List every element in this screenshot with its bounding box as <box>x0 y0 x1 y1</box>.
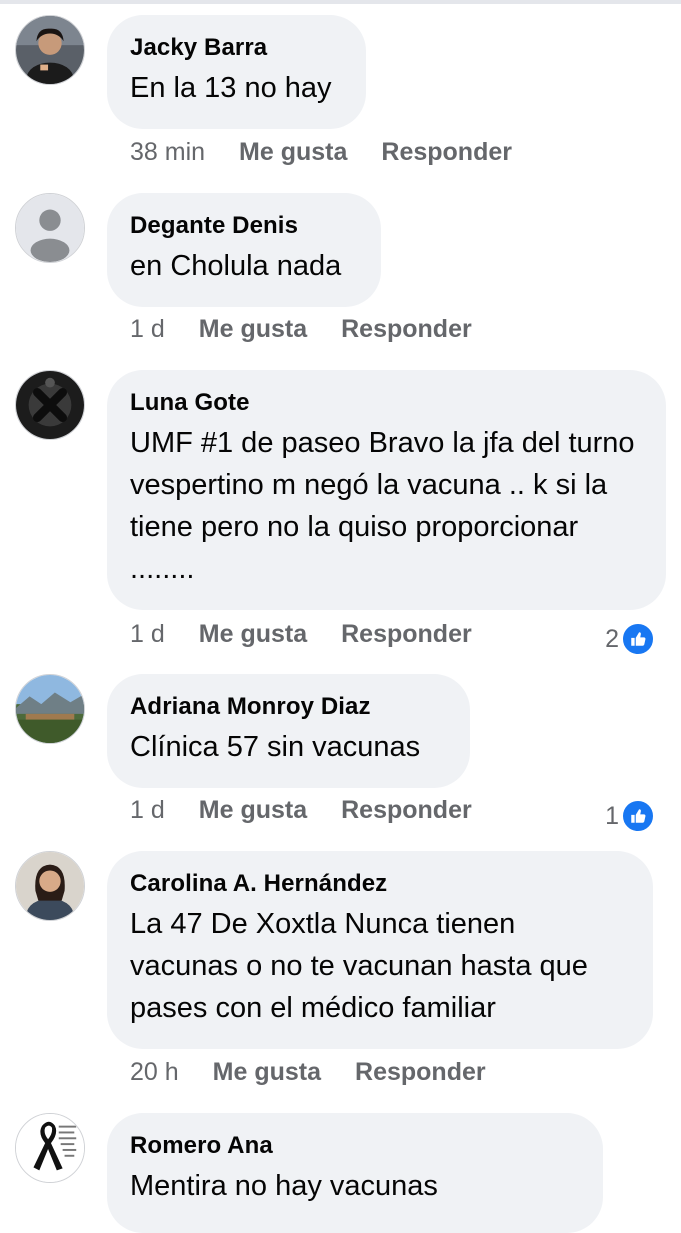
avatar[interactable] <box>15 1113 85 1183</box>
comment-author[interactable]: Jacky Barra <box>130 33 342 63</box>
comment-actions: 1 d Me gusta Responder <box>130 617 472 651</box>
reaction-summary[interactable]: 2 <box>605 622 655 656</box>
comment-author[interactable]: Carolina A. Hernández <box>130 869 629 899</box>
comment-timestamp[interactable]: 1 d <box>130 617 165 651</box>
reaction-count: 2 <box>605 624 619 653</box>
avatar[interactable] <box>15 193 85 263</box>
comment-author[interactable]: Degante Denis <box>130 211 357 241</box>
profile-photo-icon <box>16 852 84 920</box>
reply-button[interactable]: Responder <box>355 1055 486 1089</box>
comment-text: En la 13 no hay <box>130 72 332 104</box>
like-button[interactable]: Me gusta <box>213 1055 321 1089</box>
thumbs-up-icon <box>621 799 655 833</box>
like-button[interactable]: Me gusta <box>199 617 307 651</box>
avatar[interactable] <box>15 15 85 85</box>
comment-author[interactable]: Luna Gote <box>130 388 642 418</box>
avatar[interactable] <box>15 851 85 921</box>
top-divider <box>0 0 681 4</box>
comment-bubble: Degante Denis en Cholula nada <box>107 193 381 307</box>
comment-timestamp[interactable]: 1 d <box>130 312 165 346</box>
reply-button[interactable]: Responder <box>341 617 472 651</box>
reply-button[interactable]: Responder <box>381 135 512 169</box>
comment-actions: 1 d Me gusta Responder <box>130 793 472 827</box>
comment-bubble: Carolina A. Hernández La 47 De Xoxtla Nu… <box>107 851 653 1049</box>
comment-text: en Cholula nada <box>130 250 342 282</box>
like-button[interactable]: Me gusta <box>199 793 307 827</box>
comment-text: La 47 De Xoxtla Nunca tienen vacunas o n… <box>130 908 588 1024</box>
comment-bubble: Adriana Monroy Diaz Clínica 57 sin vacun… <box>107 674 470 788</box>
comment-bubble: Luna Gote UMF #1 de paseo Bravo la jfa d… <box>107 370 666 610</box>
reaction-count: 1 <box>605 801 619 830</box>
comment-text: Mentira no hay vacunas <box>130 1170 438 1202</box>
comment-author[interactable]: Adriana Monroy Diaz <box>130 692 446 722</box>
comment-bubble: Romero Ana Mentira no hay vacunas <box>107 1113 603 1233</box>
comment-timestamp[interactable]: 20 h <box>130 1055 179 1089</box>
thumbs-up-icon <box>621 622 655 656</box>
reply-button[interactable]: Responder <box>341 312 472 346</box>
comment-author[interactable]: Romero Ana <box>130 1131 579 1161</box>
reaction-summary[interactable]: 1 <box>605 799 655 833</box>
profile-photo-icon <box>16 16 84 84</box>
mourning-ribbon-icon <box>16 1114 84 1182</box>
comment-actions: 38 min Me gusta Responder <box>130 135 512 169</box>
profile-photo-icon <box>16 675 84 743</box>
comment-actions: 20 h Me gusta Responder <box>130 1055 486 1089</box>
comment-timestamp[interactable]: 1 d <box>130 793 165 827</box>
avatar[interactable] <box>15 674 85 744</box>
default-profile-icon <box>16 194 84 262</box>
like-button[interactable]: Me gusta <box>199 312 307 346</box>
reply-button[interactable]: Responder <box>341 793 472 827</box>
comment-actions: 1 d Me gusta Responder <box>130 312 472 346</box>
avatar[interactable] <box>15 370 85 440</box>
comment-bubble: Jacky Barra En la 13 no hay <box>107 15 366 129</box>
like-button[interactable]: Me gusta <box>239 135 347 169</box>
profile-photo-icon <box>16 371 84 439</box>
comment-text: Clínica 57 sin vacunas <box>130 731 421 763</box>
comment-timestamp[interactable]: 38 min <box>130 135 205 169</box>
comment-text: UMF #1 de paseo Bravo la jfa del turno v… <box>130 427 635 585</box>
